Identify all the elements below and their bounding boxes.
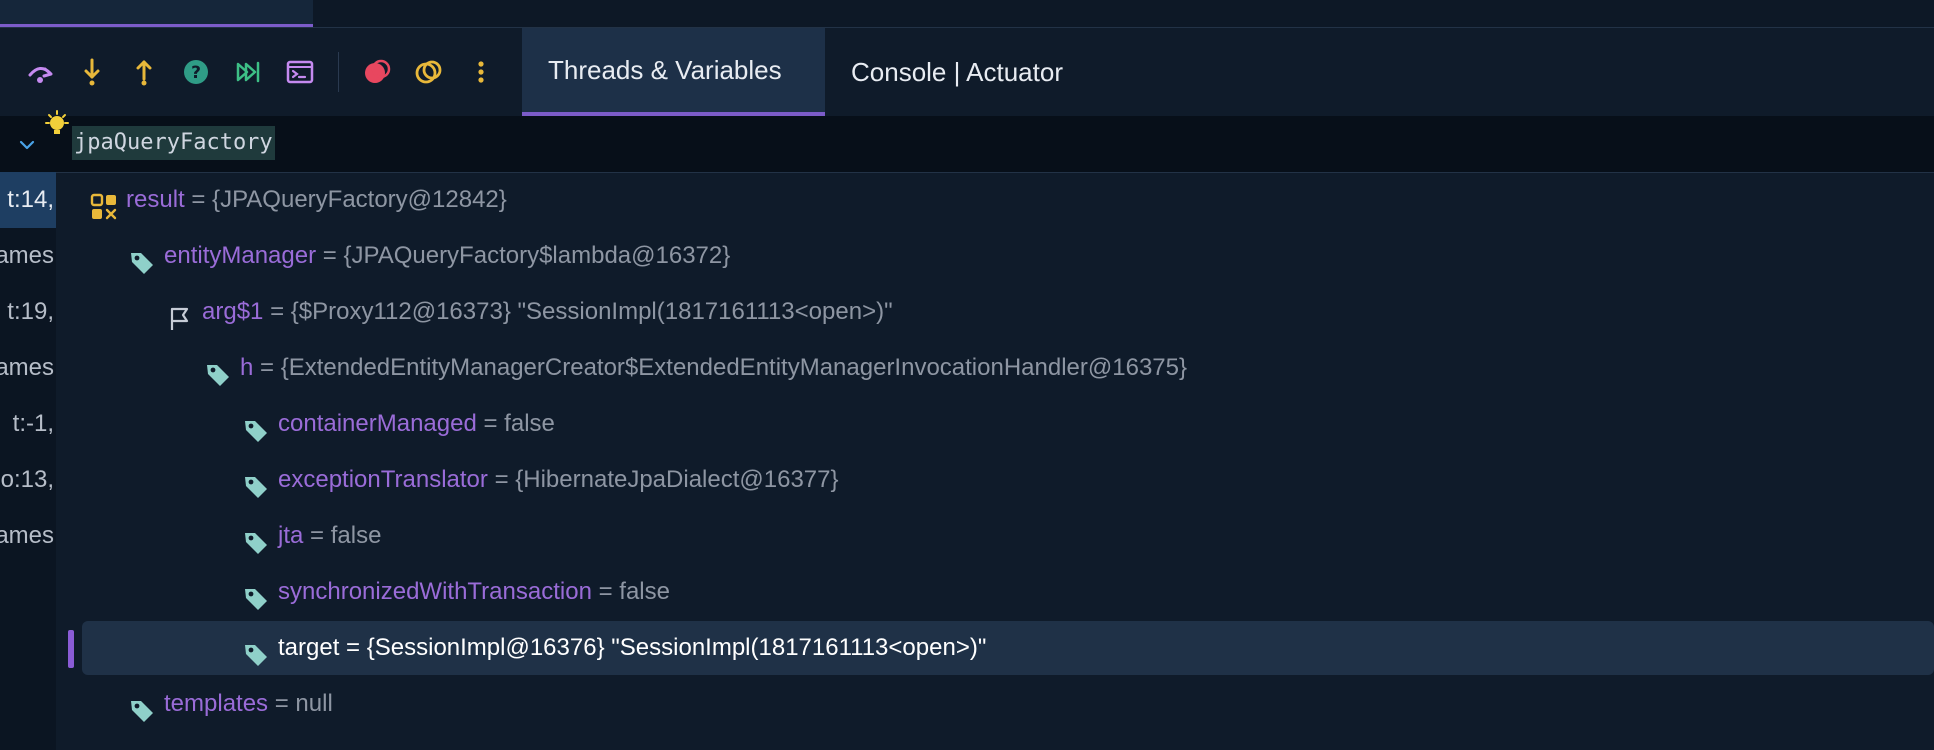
equals-sign: = bbox=[598, 578, 613, 605]
equals-sign: = bbox=[191, 186, 206, 213]
variable-row-exceptiontranslator[interactable]: exceptionTranslator = {HibernateJpaDiale… bbox=[56, 452, 1934, 508]
current-position-marker bbox=[68, 630, 74, 668]
frame-item-label: ames bbox=[0, 354, 54, 381]
frame-item[interactable]: ames bbox=[0, 508, 56, 564]
equals-sign: = bbox=[270, 298, 285, 325]
variable-name: result bbox=[126, 186, 185, 213]
step-over-icon[interactable] bbox=[22, 54, 58, 90]
more-icon[interactable] bbox=[463, 54, 499, 90]
step-out-icon[interactable] bbox=[126, 54, 162, 90]
frame-item-label: t:-1, bbox=[12, 410, 54, 437]
equals-sign: = bbox=[494, 466, 509, 493]
step-into-icon[interactable] bbox=[74, 54, 110, 90]
variable-value: {HibernateJpaDialect@16377} bbox=[515, 466, 839, 493]
frame-item[interactable]: t:-1, bbox=[0, 396, 56, 452]
frame-item[interactable]: ames bbox=[0, 340, 56, 396]
variable-value: {ExtendedEntityManagerCreator$ExtendedEn… bbox=[280, 354, 1187, 381]
variable-row-result[interactable]: result = {JPAQueryFactory@12842} bbox=[56, 172, 1934, 228]
tag-icon bbox=[204, 354, 232, 386]
frame-item-label: t:19, bbox=[7, 298, 54, 325]
evaluate-expression-icon[interactable] bbox=[282, 54, 318, 90]
grid-icon bbox=[90, 186, 118, 220]
variable-name: exceptionTranslator bbox=[278, 466, 488, 493]
variable-row-templates[interactable]: templates = null bbox=[56, 676, 1934, 732]
tag-icon bbox=[242, 522, 270, 554]
frame-item-label: o:13, bbox=[0, 466, 54, 493]
tab-console-actuator[interactable]: Console | Actuator bbox=[825, 28, 1125, 116]
flag-icon bbox=[166, 298, 194, 330]
variable-name: h bbox=[240, 354, 254, 381]
toolbar-separator bbox=[338, 52, 339, 92]
variable-value: false bbox=[330, 522, 382, 549]
frames-list: t:14, ames t:19, ames t:-1, o:13, ames bbox=[0, 172, 56, 750]
variable-value: {JPAQueryFactory$lambda@16372} bbox=[343, 242, 731, 269]
tag-icon bbox=[242, 578, 270, 610]
equals-sign: = bbox=[322, 242, 337, 269]
tab-threads-variables[interactable]: Threads & Variables bbox=[522, 28, 825, 116]
variable-row-target[interactable]: target = {SessionImpl@16376} "SessionImp… bbox=[56, 620, 1934, 676]
variable-row-containermanaged[interactable]: containerManaged = false bbox=[56, 396, 1934, 452]
frame-item-label: t:14, bbox=[7, 186, 54, 213]
lightbulb-icon[interactable] bbox=[42, 110, 72, 140]
variable-name: arg$1 bbox=[202, 298, 264, 325]
evaluate-expression-row[interactable]: jpaQueryFactory bbox=[0, 116, 1934, 173]
equals-sign: = bbox=[483, 410, 498, 437]
variables-tree: result = {JPAQueryFactory@12842} entityMa… bbox=[56, 172, 1934, 750]
equals-sign: = bbox=[310, 522, 325, 549]
run-to-cursor-icon[interactable] bbox=[230, 54, 266, 90]
variable-name: jta bbox=[278, 522, 304, 549]
variable-name: synchronizedWithTransaction bbox=[278, 578, 592, 605]
variable-value: null bbox=[295, 690, 333, 717]
equals-sign: = bbox=[274, 690, 289, 717]
tag-icon bbox=[242, 634, 270, 666]
mute-breakpoints-icon[interactable] bbox=[411, 54, 447, 90]
tag-icon bbox=[128, 242, 156, 274]
variable-row-h[interactable]: h = {ExtendedEntityManagerCreator$Extend… bbox=[56, 340, 1934, 396]
help-icon[interactable]: ? bbox=[178, 54, 214, 90]
equals-sign: = bbox=[260, 354, 275, 381]
frame-item-label: ames bbox=[0, 522, 54, 549]
frame-item[interactable]: t:14, bbox=[0, 172, 56, 228]
chevron-down-icon[interactable] bbox=[16, 134, 38, 156]
frame-item-label: ames bbox=[0, 242, 54, 269]
variable-name: templates bbox=[164, 690, 269, 717]
equals-sign: = bbox=[346, 634, 361, 661]
editor-tab-active[interactable] bbox=[0, 0, 313, 27]
tag-icon bbox=[242, 466, 270, 498]
variable-name: entityManager bbox=[164, 242, 317, 269]
variable-value: {JPAQueryFactory@12842} bbox=[212, 186, 507, 213]
variable-row-synchronizedwithtransaction[interactable]: synchronizedWithTransaction = false bbox=[56, 564, 1934, 620]
variable-row-arg1[interactable]: arg$1 = {$Proxy112@16373} "SessionImpl(1… bbox=[56, 284, 1934, 340]
evaluate-expression-input[interactable]: jpaQueryFactory bbox=[72, 126, 275, 160]
tag-icon bbox=[242, 410, 270, 442]
breakpoint-icon[interactable] bbox=[359, 54, 395, 90]
variable-row-entitymanager[interactable]: entityManager = {JPAQueryFactory$lambda@… bbox=[56, 228, 1934, 284]
editor-tab-strip bbox=[0, 0, 1934, 28]
variable-name: containerManaged bbox=[278, 410, 477, 437]
debugger-window: ? Threads & Variables Console | Actuator… bbox=[0, 0, 1934, 750]
tag-icon bbox=[128, 690, 156, 722]
variable-value: false bbox=[619, 578, 670, 605]
frame-item[interactable]: t:19, bbox=[0, 284, 56, 340]
svg-text:?: ? bbox=[191, 63, 201, 83]
variable-row-jta[interactable]: jta = false bbox=[56, 508, 1934, 564]
frame-item[interactable]: o:13, bbox=[0, 452, 56, 508]
variable-value: {SessionImpl@16376} "SessionImpl(1817161… bbox=[366, 634, 987, 661]
frame-item[interactable]: ames bbox=[0, 228, 56, 284]
variable-name: target bbox=[278, 634, 340, 661]
variable-value: false bbox=[504, 410, 555, 437]
variable-value: {$Proxy112@16373} "SessionImpl(181716111… bbox=[290, 298, 893, 325]
